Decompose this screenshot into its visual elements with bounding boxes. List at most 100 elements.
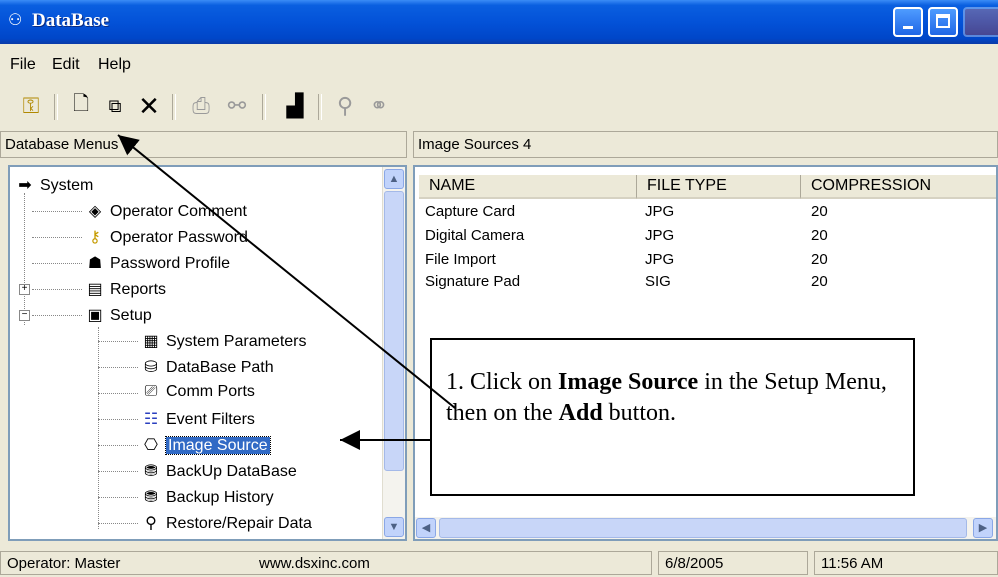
column-header-name[interactable]: NAME [419, 175, 637, 199]
comment-icon: ◈ [88, 203, 102, 220]
status-date: 6/8/2005 [658, 551, 808, 575]
binoculars-icon: ⚯ [227, 93, 247, 118]
toolbar-separator [54, 94, 58, 120]
logout-key-button[interactable]: ⚿ [16, 91, 46, 121]
cell-compression: 20 [811, 227, 828, 244]
comm-icon: ⎚ [144, 383, 158, 400]
chevron-up-icon: ▲ [388, 173, 400, 185]
tree-item-image-source[interactable]: ⎔ Image Source [140, 435, 271, 455]
comm-button[interactable]: ▟ [280, 91, 310, 121]
tree-item-backup-history[interactable]: ⛃ Backup History [140, 487, 273, 507]
report-icon: ▤ [87, 281, 103, 298]
status-time: 11:56 AM [814, 551, 998, 575]
tree-item-comm-ports[interactable]: ⎚ Comm Ports [140, 383, 255, 401]
tree-line [32, 237, 82, 238]
menu-help[interactable]: Help [98, 56, 131, 74]
instruction-callout: 1. Click on Image Source in the Setup Me… [430, 338, 915, 496]
maximize-button[interactable] [928, 7, 958, 37]
tree-line [32, 315, 82, 316]
tree-item-password-profile[interactable]: ☗ Password Profile [84, 253, 230, 273]
tree-item-system[interactable]: ➡ System [14, 175, 93, 195]
path-icon: ⛁ [144, 359, 158, 376]
tree-line [98, 393, 138, 394]
tree-item-operator-comment[interactable]: ◈ Operator Comment [84, 201, 247, 221]
tree-line [32, 211, 82, 212]
cell-name: Capture Card [425, 203, 516, 220]
cell-name: Digital Camera [425, 227, 525, 244]
cell-file-type: JPG [645, 227, 675, 244]
delete-button[interactable]: ✕ [134, 91, 164, 121]
tree-line [98, 367, 138, 368]
column-header-file-type[interactable]: FILE TYPE [637, 175, 801, 199]
tree-item-database-path[interactable]: ⛁ DataBase Path [140, 357, 273, 377]
status-url: www.dsxinc.com [259, 555, 370, 572]
operator-button[interactable]: ⚲ [330, 91, 360, 121]
status-operator-panel: Operator: Master www.dsxinc.com [0, 551, 652, 575]
collapse-setup-button[interactable]: − [19, 310, 30, 321]
menu-edit[interactable]: Edit [52, 56, 80, 74]
status-bar: Operator: Master www.dsxinc.com 6/8/2005… [0, 548, 998, 577]
scroll-thumb[interactable] [439, 518, 967, 538]
database-window: ⚇ DataBase File Edit Help ⚿ 🗋 ⧉ ✕ ⎙ ⚯ ▟ … [0, 0, 998, 577]
scroll-thumb[interactable] [384, 191, 404, 471]
copy-icon: ⧉ [108, 95, 122, 116]
tree-line [24, 193, 25, 325]
cell-compression: 20 [811, 273, 828, 290]
tree-line [98, 341, 138, 342]
tree-line [32, 263, 82, 264]
profile-icon: ☗ [87, 255, 103, 272]
tree-item-system-parameters[interactable]: ▦ System Parameters [140, 331, 306, 351]
menu-file[interactable]: File [10, 56, 36, 74]
expand-reports-button[interactable]: + [19, 284, 30, 295]
toolbar-separator [262, 94, 266, 120]
tree-line [98, 471, 138, 472]
tree-item-restore-repair[interactable]: ⚲ Restore/Repair Data [140, 513, 312, 533]
tree-item-setup[interactable]: ▣ Setup [84, 305, 151, 325]
parameters-icon: ▦ [143, 333, 159, 350]
scroll-up-button[interactable]: ▲ [384, 169, 404, 189]
status-operator: Operator: Master [7, 555, 121, 572]
arrow-right-icon: ➡ [18, 177, 32, 194]
printer-icon: ⎙ [192, 93, 210, 118]
toolbar-separator [318, 94, 322, 120]
database-menu-tree: + − ➡ System ◈ Operator Comment ⚷ Operator … [8, 165, 407, 541]
minimize-button[interactable] [893, 7, 923, 37]
cell-file-type: JPG [645, 251, 675, 268]
window-title: DataBase [32, 10, 110, 31]
key-icon: ⚷ [89, 229, 101, 246]
tree-item-event-filters[interactable]: ☷ Event Filters [140, 409, 255, 429]
tree-vertical-scrollbar[interactable]: ▲ ▼ [382, 167, 405, 539]
cell-file-type: JPG [645, 203, 675, 220]
column-header-compression[interactable]: COMPRESSION [801, 175, 996, 199]
toolbar-separator [172, 94, 176, 120]
tree-line [98, 497, 138, 498]
backup-icon: ⛃ [144, 463, 158, 480]
people-icon: ⚭ [369, 93, 389, 118]
key-exit-icon: ⚿ [22, 93, 40, 118]
camera-icon: ⎔ [144, 437, 158, 454]
scroll-right-button[interactable]: ▶ [973, 518, 993, 538]
preview-button[interactable]: ⚯ [222, 91, 252, 121]
cell-name: File Import [425, 251, 496, 268]
person-icon: ⚲ [336, 93, 354, 118]
close-button[interactable] [963, 7, 998, 37]
maximize-icon [936, 14, 950, 28]
cell-file-type: SIG [645, 273, 671, 290]
menu-bar: File Edit Help [0, 50, 998, 78]
print-button[interactable]: ⎙ [186, 91, 216, 121]
scroll-left-button[interactable]: ◀ [416, 518, 436, 538]
add-button[interactable]: 🗋 [66, 91, 96, 121]
tree-item-operator-password[interactable]: ⚷ Operator Password [84, 227, 248, 247]
tree-item-backup-database[interactable]: ⛃ BackUp DataBase [140, 461, 296, 481]
title-bar[interactable]: ⚇ DataBase [0, 0, 998, 44]
tree-line [32, 289, 82, 290]
delete-x-icon: ✕ [138, 90, 160, 121]
copy-button[interactable]: ⧉ [100, 91, 130, 121]
scroll-down-button[interactable]: ▼ [384, 517, 404, 537]
operator-list-button[interactable]: ⚭ [364, 91, 394, 121]
list-horizontal-scrollbar[interactable]: ◀ ▶ [415, 517, 996, 539]
tree-line [98, 419, 138, 420]
cell-compression: 20 [811, 251, 828, 268]
tree-item-reports[interactable]: ▤ Reports [84, 279, 166, 299]
tree-line [98, 445, 138, 446]
